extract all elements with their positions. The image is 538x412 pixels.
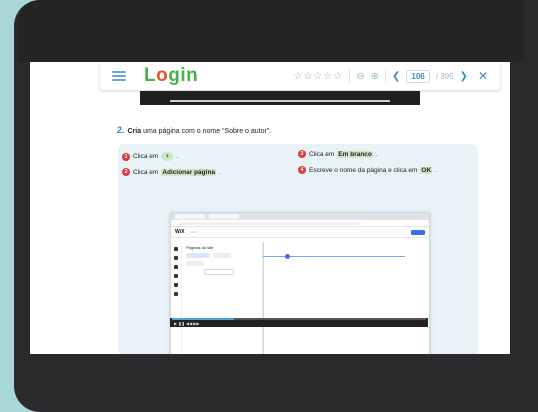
- chevron-right-icon[interactable]: ❯: [460, 71, 468, 82]
- pages-panel: Páginas do site: [182, 242, 263, 354]
- tablet-bezel-top: [18, 0, 524, 62]
- instruction-item: 3 Clica em Em branco.: [298, 150, 378, 158]
- reader-toolbar: Login ☆☆☆☆☆ ⊖ ⊕ ❮ 106 / 395 ❯ ✕: [100, 62, 500, 90]
- close-icon[interactable]: ✕: [478, 69, 488, 83]
- instruction-item: 4 Escreve o nome da página e clica em OK…: [298, 166, 437, 174]
- page-total: / 395: [435, 71, 454, 81]
- reader-screen: Login ☆☆☆☆☆ ⊖ ⊕ ❮ 106 / 395 ❯ ✕ 2. Cria u…: [30, 62, 510, 354]
- step-bullet: 3: [298, 150, 306, 158]
- step-bullet: 1: [122, 152, 130, 161]
- step-heading: 2. Cria uma página com o nome “Sobre o au…: [117, 125, 272, 135]
- video-controls[interactable]: ▶ ❚❚ ◀◀ ▶▶: [170, 318, 428, 327]
- editor-sidebar: [171, 242, 182, 354]
- hamburger-menu-icon[interactable]: [112, 71, 126, 81]
- tablet-bezel-bottom: [16, 354, 524, 406]
- video-player-strip[interactable]: [140, 91, 420, 105]
- editor-canvas: [263, 242, 429, 354]
- step-bullet: 4: [298, 166, 306, 174]
- zoom-in-icon[interactable]: ⊕: [371, 71, 379, 82]
- play-controls-icon[interactable]: ▶ ❚❚ ◀◀ ▶▶: [174, 321, 199, 326]
- instruction-item: 2 Clica em Adicionar página.: [122, 168, 221, 176]
- add-page-plus-icon: +: [161, 152, 174, 161]
- toolbar-divider: [349, 69, 351, 83]
- instruction-item: 1 Clica em +.: [122, 152, 178, 161]
- zoom-out-icon[interactable]: ⊖: [356, 71, 364, 82]
- toolbar-divider: [385, 69, 386, 83]
- page-number-input[interactable]: 106: [406, 69, 430, 83]
- rating-stars-icon[interactable]: ☆☆☆☆☆: [293, 71, 343, 82]
- wix-logo: WiX: [175, 229, 185, 235]
- step-bullet: 2: [122, 168, 130, 176]
- app-logo: Login: [144, 65, 199, 86]
- chevron-left-icon[interactable]: ❮: [392, 71, 400, 82]
- embedded-screenshot: WiX ▪ ▪ ▪ ▪ Páginas do site: [170, 212, 430, 354]
